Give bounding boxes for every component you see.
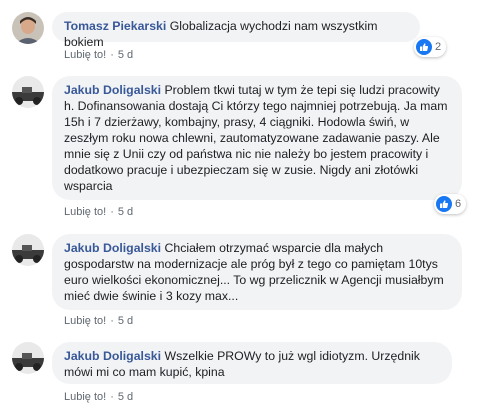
comment-author[interactable]: Jakub Doligalski <box>64 241 161 255</box>
separator-dot: · <box>110 49 114 61</box>
comment-bubble: Jakub Doligalski Problem tkwi tutaj w ty… <box>52 76 462 200</box>
comment: Tomasz Piekarski Globalizacja wychodzi n… <box>0 0 480 62</box>
comment-bubble: Jakub Doligalski Wszelkie PROWy to już w… <box>52 342 452 384</box>
like-button[interactable]: Lubię to! <box>64 49 106 61</box>
separator-dot: · <box>110 315 114 327</box>
avatar[interactable] <box>12 12 44 44</box>
reaction-count-value: 6 <box>455 198 462 210</box>
comment-author[interactable]: Jakub Doligalski <box>64 83 161 97</box>
separator-dot: · <box>110 206 114 218</box>
comment-time[interactable]: 5 d <box>118 391 133 403</box>
reaction-count[interactable]: 6 <box>434 194 467 214</box>
comment: Jakub Doligalski Problem tkwi tutaj w ty… <box>0 70 480 220</box>
reaction-count-value: 2 <box>435 41 442 53</box>
comment-time[interactable]: 5 d <box>118 206 133 218</box>
avatar[interactable] <box>12 234 44 266</box>
comment: Jakub Doligalski Wszelkie PROWy to już w… <box>0 338 480 416</box>
avatar[interactable] <box>12 342 44 374</box>
comment: Jakub Doligalski Chciałem otrzymać wspar… <box>0 228 480 328</box>
comment-time[interactable]: 5 d <box>118 49 133 61</box>
comment-bubble: Tomasz Piekarski Globalizacja wychodzi n… <box>52 12 420 49</box>
comment-actions: Lubię to! · 5 d <box>64 390 133 404</box>
comment-text: Problem tkwi tutaj w tym że tepi się lud… <box>64 83 448 193</box>
like-button[interactable]: Lubię to! <box>64 206 106 218</box>
comment-author[interactable]: Tomasz Piekarski <box>64 19 166 33</box>
separator-dot: · <box>110 391 114 403</box>
comment-bubble: Jakub Doligalski Chciałem otrzymać wspar… <box>52 234 462 310</box>
comment-author[interactable]: Jakub Doligalski <box>64 349 161 363</box>
comment-time[interactable]: 5 d <box>118 315 133 327</box>
reaction-count[interactable]: 2 <box>414 37 447 57</box>
comment-actions: Lubię to! · 5 d <box>64 205 133 219</box>
comment-actions: Lubię to! · 5 d <box>64 314 133 328</box>
like-button[interactable]: Lubię to! <box>64 315 106 327</box>
comment-actions: Lubię to! · 5 d <box>64 48 133 62</box>
avatar[interactable] <box>12 76 44 108</box>
like-button[interactable]: Lubię to! <box>64 391 106 403</box>
thumbs-up-icon <box>436 196 452 212</box>
thumbs-up-icon <box>416 39 432 55</box>
